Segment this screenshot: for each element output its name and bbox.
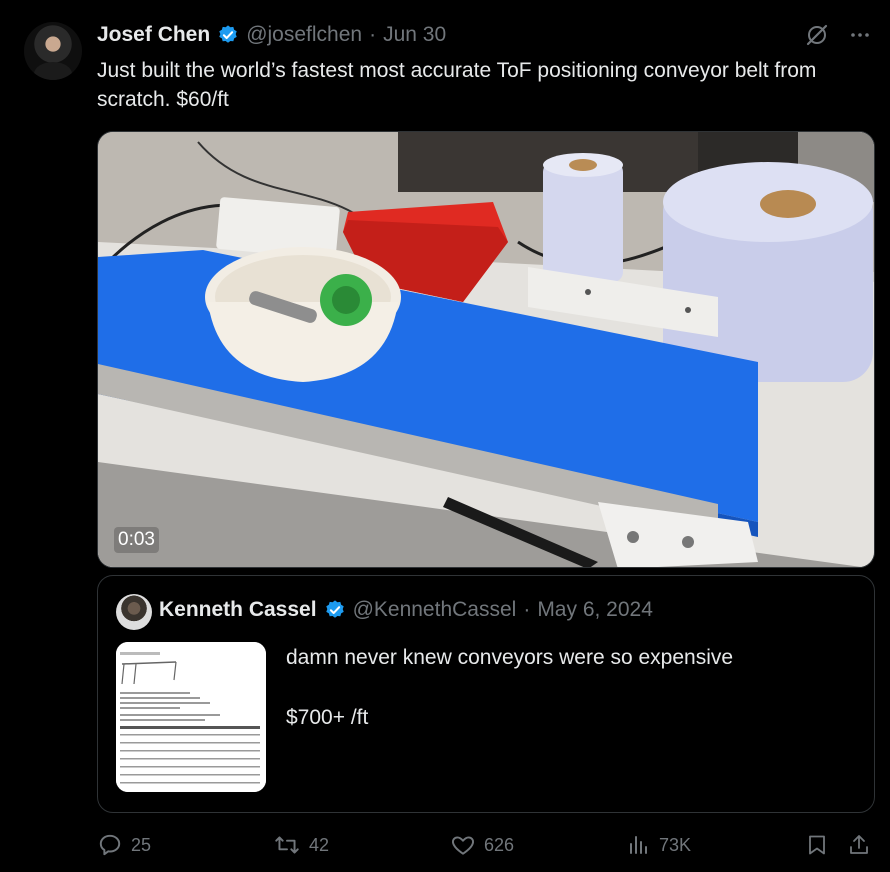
views-icon [627, 832, 651, 858]
top-right-icons [804, 22, 872, 48]
quote-author-name[interactable]: Kenneth Cassel [159, 598, 317, 622]
repost-icon [273, 832, 301, 858]
author-avatar[interactable] [24, 22, 82, 80]
like-count: 626 [484, 834, 515, 855]
like-icon [450, 832, 476, 858]
quote-author-handle[interactable]: @KennethCassel [353, 598, 517, 622]
video-timestamp: 0:03 [114, 527, 159, 553]
author-name[interactable]: Josef Chen [97, 23, 210, 47]
quoted-tweet[interactable]: Kenneth Cassel @KennethCassel · May 6, 2… [97, 575, 875, 813]
bookmark-button[interactable] [805, 832, 829, 858]
quote-text-line-2: $700+ /ft [286, 706, 369, 729]
quote-header: Kenneth Cassel @KennethCassel · May 6, 2… [159, 598, 653, 622]
author-handle[interactable]: @joseflchen [246, 23, 362, 47]
quote-date[interactable]: May 6, 2024 [537, 598, 653, 622]
video-frame [98, 132, 874, 567]
verified-icon[interactable] [324, 599, 346, 621]
reply-button[interactable]: 25 [97, 832, 151, 858]
more-icon[interactable] [848, 23, 872, 47]
repost-count: 42 [309, 834, 330, 855]
repost-button[interactable]: 42 [273, 832, 329, 858]
document-preview [116, 642, 266, 792]
views-button[interactable]: 73K [627, 832, 691, 858]
separator-dot: · [369, 23, 377, 46]
share-icon [847, 832, 871, 858]
tweet-header: Josef Chen @joseflchen · Jun 30 [97, 20, 446, 50]
tweet-video[interactable]: 0:03 [97, 131, 875, 568]
views-count: 73K [659, 834, 692, 855]
action-bar: 25 42 626 73K [97, 832, 875, 862]
quote-text-line-1: damn never knew conveyors were so expens… [286, 646, 734, 669]
bookmark-icon [805, 832, 829, 858]
separator-dot: · [523, 598, 531, 621]
grok-icon[interactable] [804, 22, 830, 48]
verified-icon[interactable] [217, 24, 239, 46]
quote-author-avatar[interactable] [116, 594, 152, 630]
share-button[interactable] [847, 832, 871, 858]
tweet-text: Just built the world’s fastest most accu… [97, 59, 817, 111]
quote-thumbnail[interactable] [116, 642, 266, 792]
like-button[interactable]: 626 [450, 832, 514, 858]
tweet-date[interactable]: Jun 30 [383, 23, 446, 47]
reply-count: 25 [131, 834, 152, 855]
reply-icon [97, 832, 123, 858]
